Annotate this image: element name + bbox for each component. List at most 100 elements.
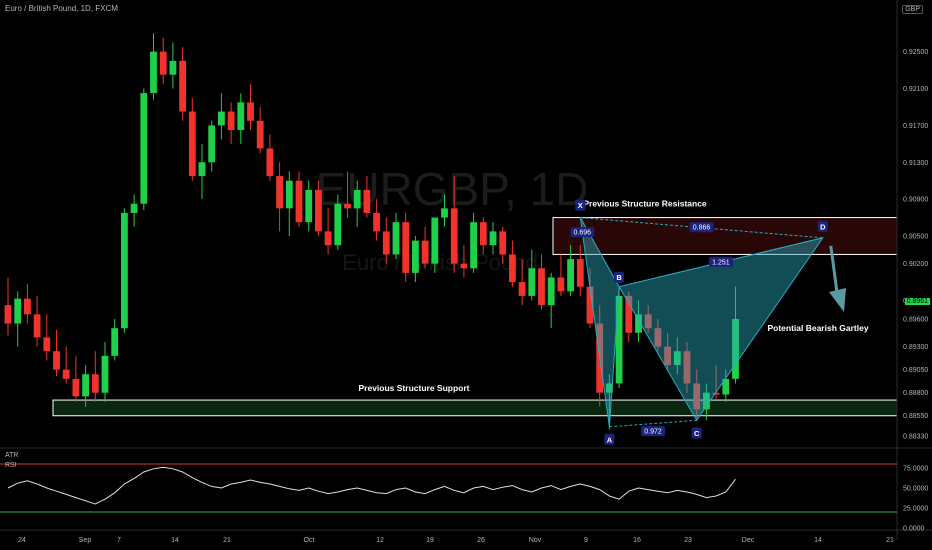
ratio-label: 0.866 — [693, 225, 711, 232]
watermark-name: Euro / British Pound — [342, 250, 538, 275]
candle-body — [392, 222, 400, 255]
candle-body — [373, 212, 380, 232]
price-tick-label: 0.89600 — [903, 316, 928, 323]
point-label-d: D — [820, 222, 826, 231]
time-tick-label: Nov — [529, 537, 542, 544]
support-zone-label: Previous Structure Support — [359, 383, 470, 393]
candle-body — [140, 93, 148, 204]
candle-body — [62, 369, 70, 379]
ratio-label: 0.972 — [644, 429, 662, 436]
candle-body — [111, 328, 119, 356]
candle-body — [431, 217, 439, 264]
current-price-tag: 0.8961 — [904, 298, 930, 305]
candle-body — [470, 222, 477, 269]
time-tick-label: Sep — [79, 537, 92, 544]
candle-body — [344, 203, 351, 209]
candle-body — [121, 212, 128, 329]
ac-ratio-line — [609, 419, 697, 428]
candle-body — [382, 231, 390, 255]
candle-body — [276, 176, 283, 209]
price-tick-label: 0.89300 — [903, 344, 928, 351]
time-tick-label: 12 — [376, 537, 384, 544]
point-label-x: X — [578, 201, 583, 210]
candle-body — [518, 282, 526, 296]
candle-body — [499, 231, 507, 255]
rsi-tick-label: 50.0000 — [903, 486, 928, 493]
candle-body — [14, 298, 22, 324]
price-tick-label: 0.90200 — [903, 261, 928, 268]
candle-body — [460, 263, 468, 269]
time-tick-label: 7 — [117, 537, 121, 544]
point-label-a: A — [607, 435, 613, 444]
currency-badge[interactable]: GBP — [902, 5, 923, 14]
candle-body — [256, 120, 264, 149]
candle-body — [53, 351, 60, 370]
rsi-tick-label: 0.0000 — [903, 526, 925, 533]
price-tick-label: 0.88330 — [903, 434, 928, 441]
time-tick-label: 21 — [223, 537, 231, 544]
rsi-tick-label: 25.0000 — [903, 506, 928, 513]
candle-body — [412, 240, 419, 273]
candle-body — [324, 231, 332, 246]
point-label-c: C — [694, 429, 700, 438]
candle-body — [450, 208, 458, 264]
projection-arrow-head — [829, 288, 846, 312]
candle-body — [101, 355, 109, 393]
time-tick-label: 26 — [477, 537, 485, 544]
point-label-b: B — [616, 273, 622, 282]
candle-body — [24, 298, 31, 315]
chart-title: Euro / British Pound, 1D, FXCM — [5, 4, 118, 13]
rsi-tick-label: 75.0000 — [903, 466, 928, 473]
candle-body — [130, 203, 138, 213]
candle-body — [237, 102, 245, 130]
candle-body — [441, 208, 448, 218]
candle-body — [538, 268, 545, 306]
candle-body — [509, 254, 516, 283]
candle-body — [266, 148, 274, 177]
candle-body — [33, 314, 41, 338]
candle-body — [547, 277, 555, 306]
candle-body — [188, 111, 196, 177]
candle-body — [353, 189, 361, 209]
atr-label: ATR — [5, 452, 19, 459]
time-tick-label: 23 — [684, 537, 692, 544]
candle-body — [159, 51, 167, 75]
candle-body — [421, 240, 429, 264]
price-axis: 0.92500 0.92100 0.91700 0.91300 0.90900 0.905… — [896, 0, 928, 540]
candle-body — [150, 51, 157, 94]
candle-body — [557, 277, 565, 292]
candle-body — [179, 60, 186, 112]
candle-body — [402, 222, 410, 273]
candle-body — [479, 222, 487, 246]
time-tick-label: Dec — [742, 537, 755, 544]
candle-body — [82, 374, 89, 397]
time-tick-label: Oct — [304, 537, 315, 544]
candle-body — [489, 231, 497, 246]
candle-body — [295, 180, 303, 223]
price-tick-label: 0.90500 — [903, 234, 928, 241]
candle-body — [218, 111, 225, 126]
candle-body — [305, 189, 313, 223]
time-tick-label: 14 — [171, 537, 179, 544]
time-tick-label: 19 — [426, 537, 434, 544]
time-tick-label: 21 — [886, 537, 894, 544]
support-zone — [52, 399, 898, 417]
price-tick-label: 0.90900 — [903, 197, 928, 204]
time-axis: 24 Sep 7 14 21 Oct 12 19 26 Nov 9 16 23 Dec 14 21 — [0, 529, 932, 544]
candle-body — [208, 125, 216, 163]
candle-body — [334, 203, 342, 246]
price-tick-label: 0.89050 — [903, 367, 928, 374]
candle-body — [4, 305, 12, 324]
candle-body — [169, 60, 177, 75]
candle-body — [576, 259, 584, 287]
resistance-zone — [552, 217, 898, 255]
time-tick-label: 14 — [814, 537, 822, 544]
candle-body — [227, 111, 235, 130]
candle-body — [285, 180, 293, 209]
candle-body — [43, 337, 51, 352]
candle-body — [198, 162, 206, 177]
time-tick-label: 9 — [584, 537, 588, 544]
candle-body — [91, 374, 99, 393]
price-tick-label: 0.92100 — [903, 86, 928, 93]
candle-body — [567, 259, 574, 292]
